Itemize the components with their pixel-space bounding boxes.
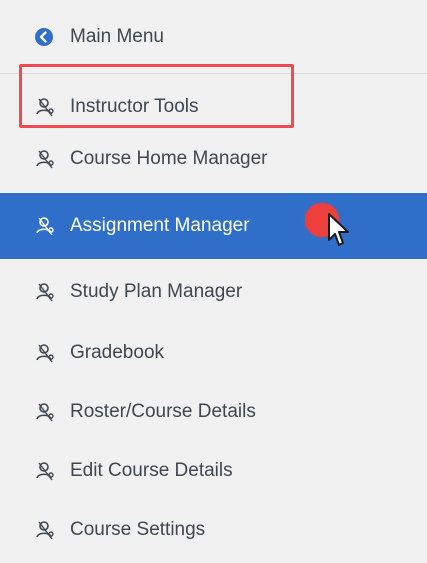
menu-item-label: Assignment Manager bbox=[70, 215, 250, 236]
user-gear-icon bbox=[36, 283, 54, 302]
menu-item-label: Course Settings bbox=[70, 519, 206, 540]
user-gear-icon bbox=[36, 462, 54, 481]
menu-item-label: Roster/Course Details bbox=[70, 401, 256, 422]
menu-item-study-plan-manager[interactable]: Study Plan Manager bbox=[0, 259, 427, 325]
user-gear-icon bbox=[36, 150, 54, 169]
menu-item-roster-course-details[interactable]: Roster/Course Details bbox=[0, 379, 427, 445]
main-menu-item[interactable]: Main Menu bbox=[0, 0, 427, 74]
menu-item-label: Study Plan Manager bbox=[70, 281, 243, 302]
menu-item-label: Edit Course Details bbox=[70, 460, 233, 481]
user-gear-icon bbox=[36, 98, 54, 117]
user-gear-icon bbox=[36, 521, 54, 540]
menu-item-course-settings[interactable]: Course Settings bbox=[0, 497, 427, 563]
menu-item-label: Course Home Manager bbox=[70, 148, 268, 169]
menu-item-course-home-manager[interactable]: Course Home Manager bbox=[0, 126, 427, 192]
main-menu-label: Main Menu bbox=[70, 25, 164, 47]
user-gear-icon bbox=[36, 403, 54, 422]
menu-item-label: Instructor Tools bbox=[70, 96, 199, 117]
chevron-left-circle-icon bbox=[35, 27, 53, 46]
menu-item-edit-course-details[interactable]: Edit Course Details bbox=[0, 438, 427, 504]
menu-item-assignment-manager[interactable]: Assignment Manager bbox=[0, 193, 427, 259]
user-gear-icon bbox=[36, 217, 54, 236]
menu-item-label: Gradebook bbox=[70, 342, 165, 363]
mouse-cursor-icon bbox=[328, 213, 349, 246]
instructor-navigation-menu: Main Menu Instructor Tools Course Home M… bbox=[0, 0, 427, 557]
menu-item-gradebook[interactable]: Gradebook bbox=[0, 320, 427, 386]
user-gear-icon bbox=[36, 344, 54, 363]
